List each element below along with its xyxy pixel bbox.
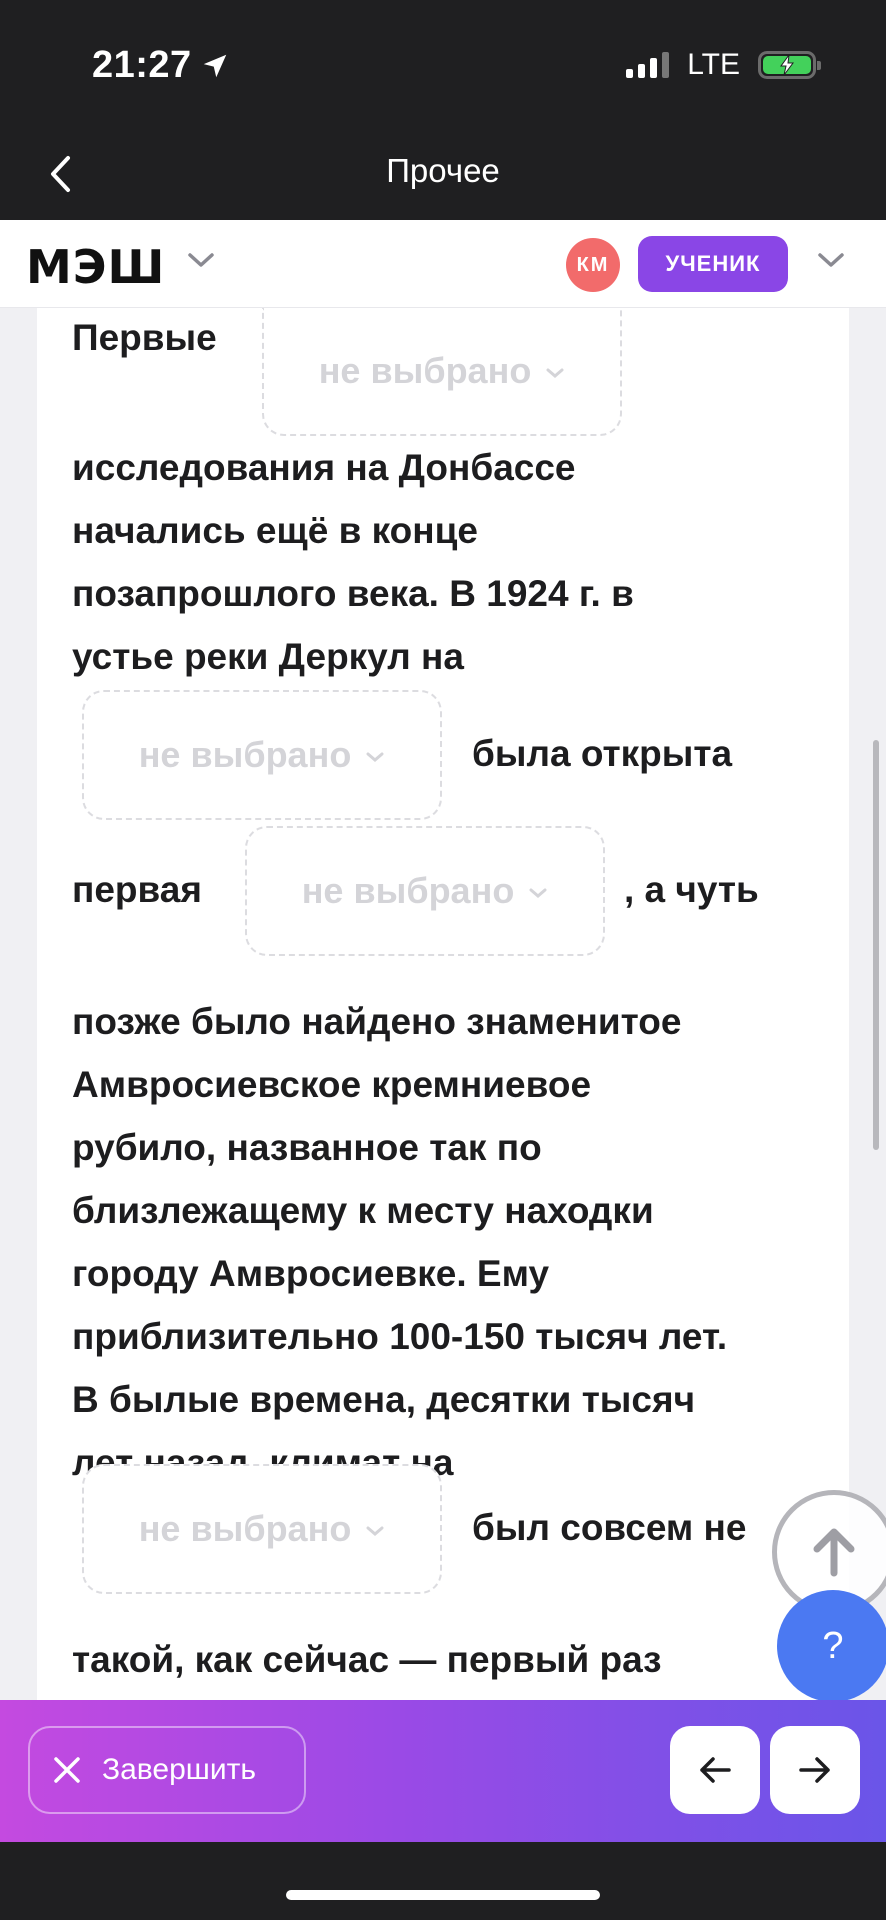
text-line: близлежащему к месту находки bbox=[72, 1190, 654, 1231]
text-line: рубило, названное так по bbox=[72, 1127, 542, 1168]
chevron-down-icon bbox=[546, 368, 564, 378]
arrow-up-icon bbox=[813, 1528, 855, 1577]
previous-button[interactable] bbox=[670, 1726, 760, 1814]
answer-select-1[interactable]: не выбрано bbox=[262, 308, 622, 436]
chevron-down-icon bbox=[529, 888, 547, 898]
bottom-action-bar: Завершить bbox=[0, 1700, 886, 1842]
select-placeholder: не выбрано bbox=[138, 734, 352, 775]
answer-select-4[interactable]: не выбрано bbox=[82, 1464, 442, 1594]
role-badge[interactable]: УЧЕНИК bbox=[638, 236, 788, 292]
status-time: 21:27 bbox=[92, 44, 230, 87]
next-button[interactable] bbox=[770, 1726, 860, 1814]
mesh-logo[interactable]: МЭШ bbox=[26, 240, 165, 294]
text-line: такой, как сейчас — первый раз bbox=[72, 1639, 662, 1680]
answer-select-2[interactable]: не выбрано bbox=[82, 690, 442, 820]
close-icon bbox=[54, 1757, 80, 1783]
finish-button[interactable]: Завершить bbox=[28, 1726, 306, 1814]
text-line: Первые bbox=[72, 317, 217, 358]
select-placeholder: не выбрано bbox=[138, 1508, 352, 1549]
text-line: была открыта bbox=[472, 733, 733, 774]
network-type: LTE bbox=[687, 48, 740, 81]
location-arrow-icon bbox=[203, 54, 226, 77]
text-line: Амвросиевское кремниевое bbox=[72, 1064, 592, 1105]
cellular-signal-icon bbox=[626, 52, 670, 78]
help-icon: ? bbox=[822, 1624, 844, 1667]
scrollbar[interactable] bbox=[873, 740, 879, 1150]
text-line: исследования на Донбассе bbox=[72, 447, 576, 488]
chevron-down-icon bbox=[366, 1526, 384, 1536]
app-header: МЭШ КМ УЧЕНИК bbox=[0, 220, 886, 308]
help-button[interactable]: ? bbox=[777, 1590, 886, 1702]
select-placeholder: не выбрано bbox=[318, 350, 532, 391]
arrow-right-icon bbox=[799, 1757, 830, 1783]
text-line: , а чуть bbox=[624, 869, 759, 910]
arrow-left-icon bbox=[700, 1757, 731, 1783]
chevron-down-icon bbox=[366, 752, 384, 762]
text-line: городу Амвросиевке. Ему bbox=[72, 1253, 550, 1294]
clock: 21:27 bbox=[92, 44, 192, 86]
services-menu-chevron-down-icon[interactable] bbox=[186, 250, 216, 275]
text-line: человек заселял его, когда тут под bbox=[72, 1688, 714, 1700]
text-line: В былые времена, десятки тысяч bbox=[72, 1379, 696, 1420]
status-bar: 21:27 LTE bbox=[0, 0, 886, 130]
page-title: Прочее bbox=[386, 152, 500, 189]
text-line: начались ещё в конце bbox=[72, 510, 478, 551]
profile-menu-chevron-down-icon[interactable] bbox=[816, 250, 846, 275]
navigation-bar: Прочее bbox=[0, 130, 886, 220]
home-indicator-area bbox=[0, 1842, 886, 1920]
text-line: позже было найдено знаменитое bbox=[72, 1001, 682, 1042]
text-line: первая bbox=[72, 869, 202, 910]
select-placeholder: не выбрано bbox=[301, 870, 515, 911]
answer-select-3[interactable]: не выбрано bbox=[245, 826, 605, 956]
text-line: устье реки Деркул на bbox=[72, 636, 464, 677]
avatar[interactable]: КМ bbox=[566, 238, 620, 292]
text-line: позапрошлого века. В 1924 г. в bbox=[72, 573, 634, 614]
finish-label: Завершить bbox=[102, 1753, 256, 1786]
text-line: был совсем не bbox=[472, 1507, 747, 1548]
home-indicator[interactable] bbox=[286, 1890, 600, 1900]
battery-charging-icon bbox=[758, 51, 821, 79]
exercise-content: Первые не выбрано исследования на Донбас… bbox=[0, 308, 886, 1700]
text-line: приблизительно 100-150 тысяч лет. bbox=[72, 1316, 728, 1357]
